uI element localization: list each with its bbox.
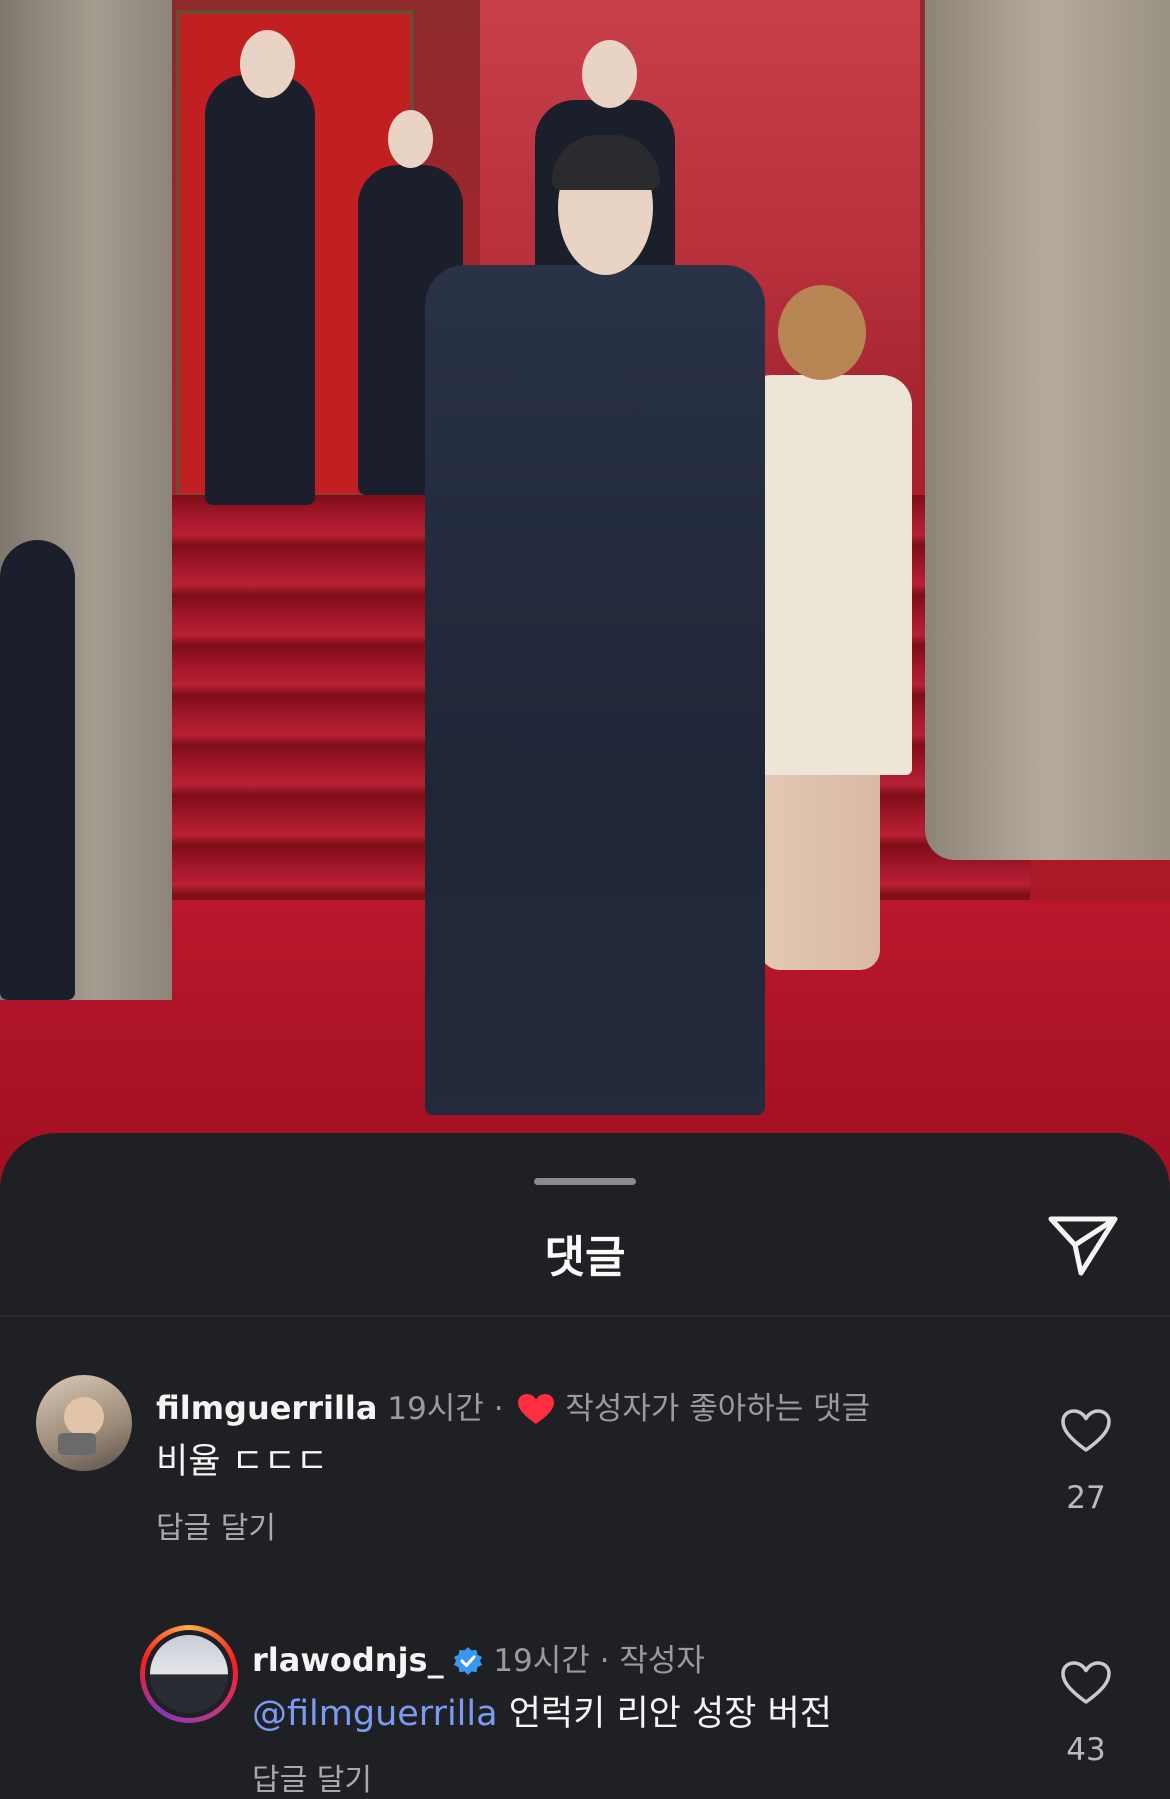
comment-meta: filmguerrilla 19시간 · 작성자가 좋아하는 댓글 xyxy=(156,1383,870,1428)
verified-badge-icon xyxy=(454,1647,483,1675)
like-count: 27 xyxy=(1066,1480,1106,1516)
like-count: 43 xyxy=(1066,1732,1106,1768)
camera-icon xyxy=(58,1433,96,1455)
reply-button[interactable]: 답글 달기 xyxy=(156,1503,276,1547)
like-button[interactable] xyxy=(1060,1408,1112,1454)
comment-text: 비율 ㄷㄷㄷ xyxy=(156,1442,329,1482)
woman-in-white xyxy=(742,375,912,775)
comment-text: 언럭키 리안 성장 버전 xyxy=(508,1694,832,1734)
avatar-story-ring[interactable] xyxy=(140,1625,238,1723)
sheet-title: 댓글 xyxy=(544,1232,626,1283)
background-person-head xyxy=(240,30,295,98)
background-person xyxy=(205,75,315,505)
woman-head xyxy=(778,285,866,380)
paper-plane-icon xyxy=(1048,1216,1118,1276)
comment-username[interactable]: rlawodnjs_ xyxy=(252,1641,444,1679)
woman-legs xyxy=(760,770,880,970)
heart-filled-icon xyxy=(518,1394,555,1424)
meta-separator: · xyxy=(599,1643,610,1679)
reply-button[interactable]: 답글 달기 xyxy=(252,1755,372,1799)
stone-pillar-right xyxy=(925,0,1170,860)
comment-mention[interactable]: @filmguerrilla xyxy=(252,1694,498,1734)
avatar[interactable] xyxy=(36,1375,132,1471)
drag-handle[interactable] xyxy=(534,1178,636,1185)
comment-time: 19시간 xyxy=(387,1391,484,1427)
heart-outline-icon xyxy=(1061,1661,1111,1704)
header-divider xyxy=(0,1315,1170,1317)
post-photo xyxy=(0,0,1170,1200)
comment-meta: rlawodnjs_ 19시간 · 작성자 xyxy=(252,1635,705,1680)
share-button[interactable] xyxy=(1045,1211,1121,1279)
author-label: 작성자 xyxy=(619,1643,705,1679)
like-button[interactable] xyxy=(1060,1660,1112,1706)
background-person-head xyxy=(388,110,433,168)
comment-text-line: @filmguerrilla 언럭키 리안 성장 버전 xyxy=(252,1685,832,1736)
creator-liked-label: 작성자가 좋아하는 댓글 xyxy=(565,1391,871,1427)
meta-separator: · xyxy=(493,1391,504,1427)
man-in-suit xyxy=(425,265,765,1115)
background-person xyxy=(0,540,75,1000)
comment-username[interactable]: filmguerrilla xyxy=(156,1389,377,1427)
avatar-face xyxy=(64,1397,104,1437)
comments-sheet: 댓글 filmguerrilla 19시간 · 작성자가 좋아하는 댓글 비율 … xyxy=(0,1133,1170,1798)
background-person-head xyxy=(582,40,637,108)
heart-outline-icon xyxy=(1061,1409,1111,1452)
avatar xyxy=(150,1635,228,1713)
comment-time: 19시간 xyxy=(493,1643,590,1679)
